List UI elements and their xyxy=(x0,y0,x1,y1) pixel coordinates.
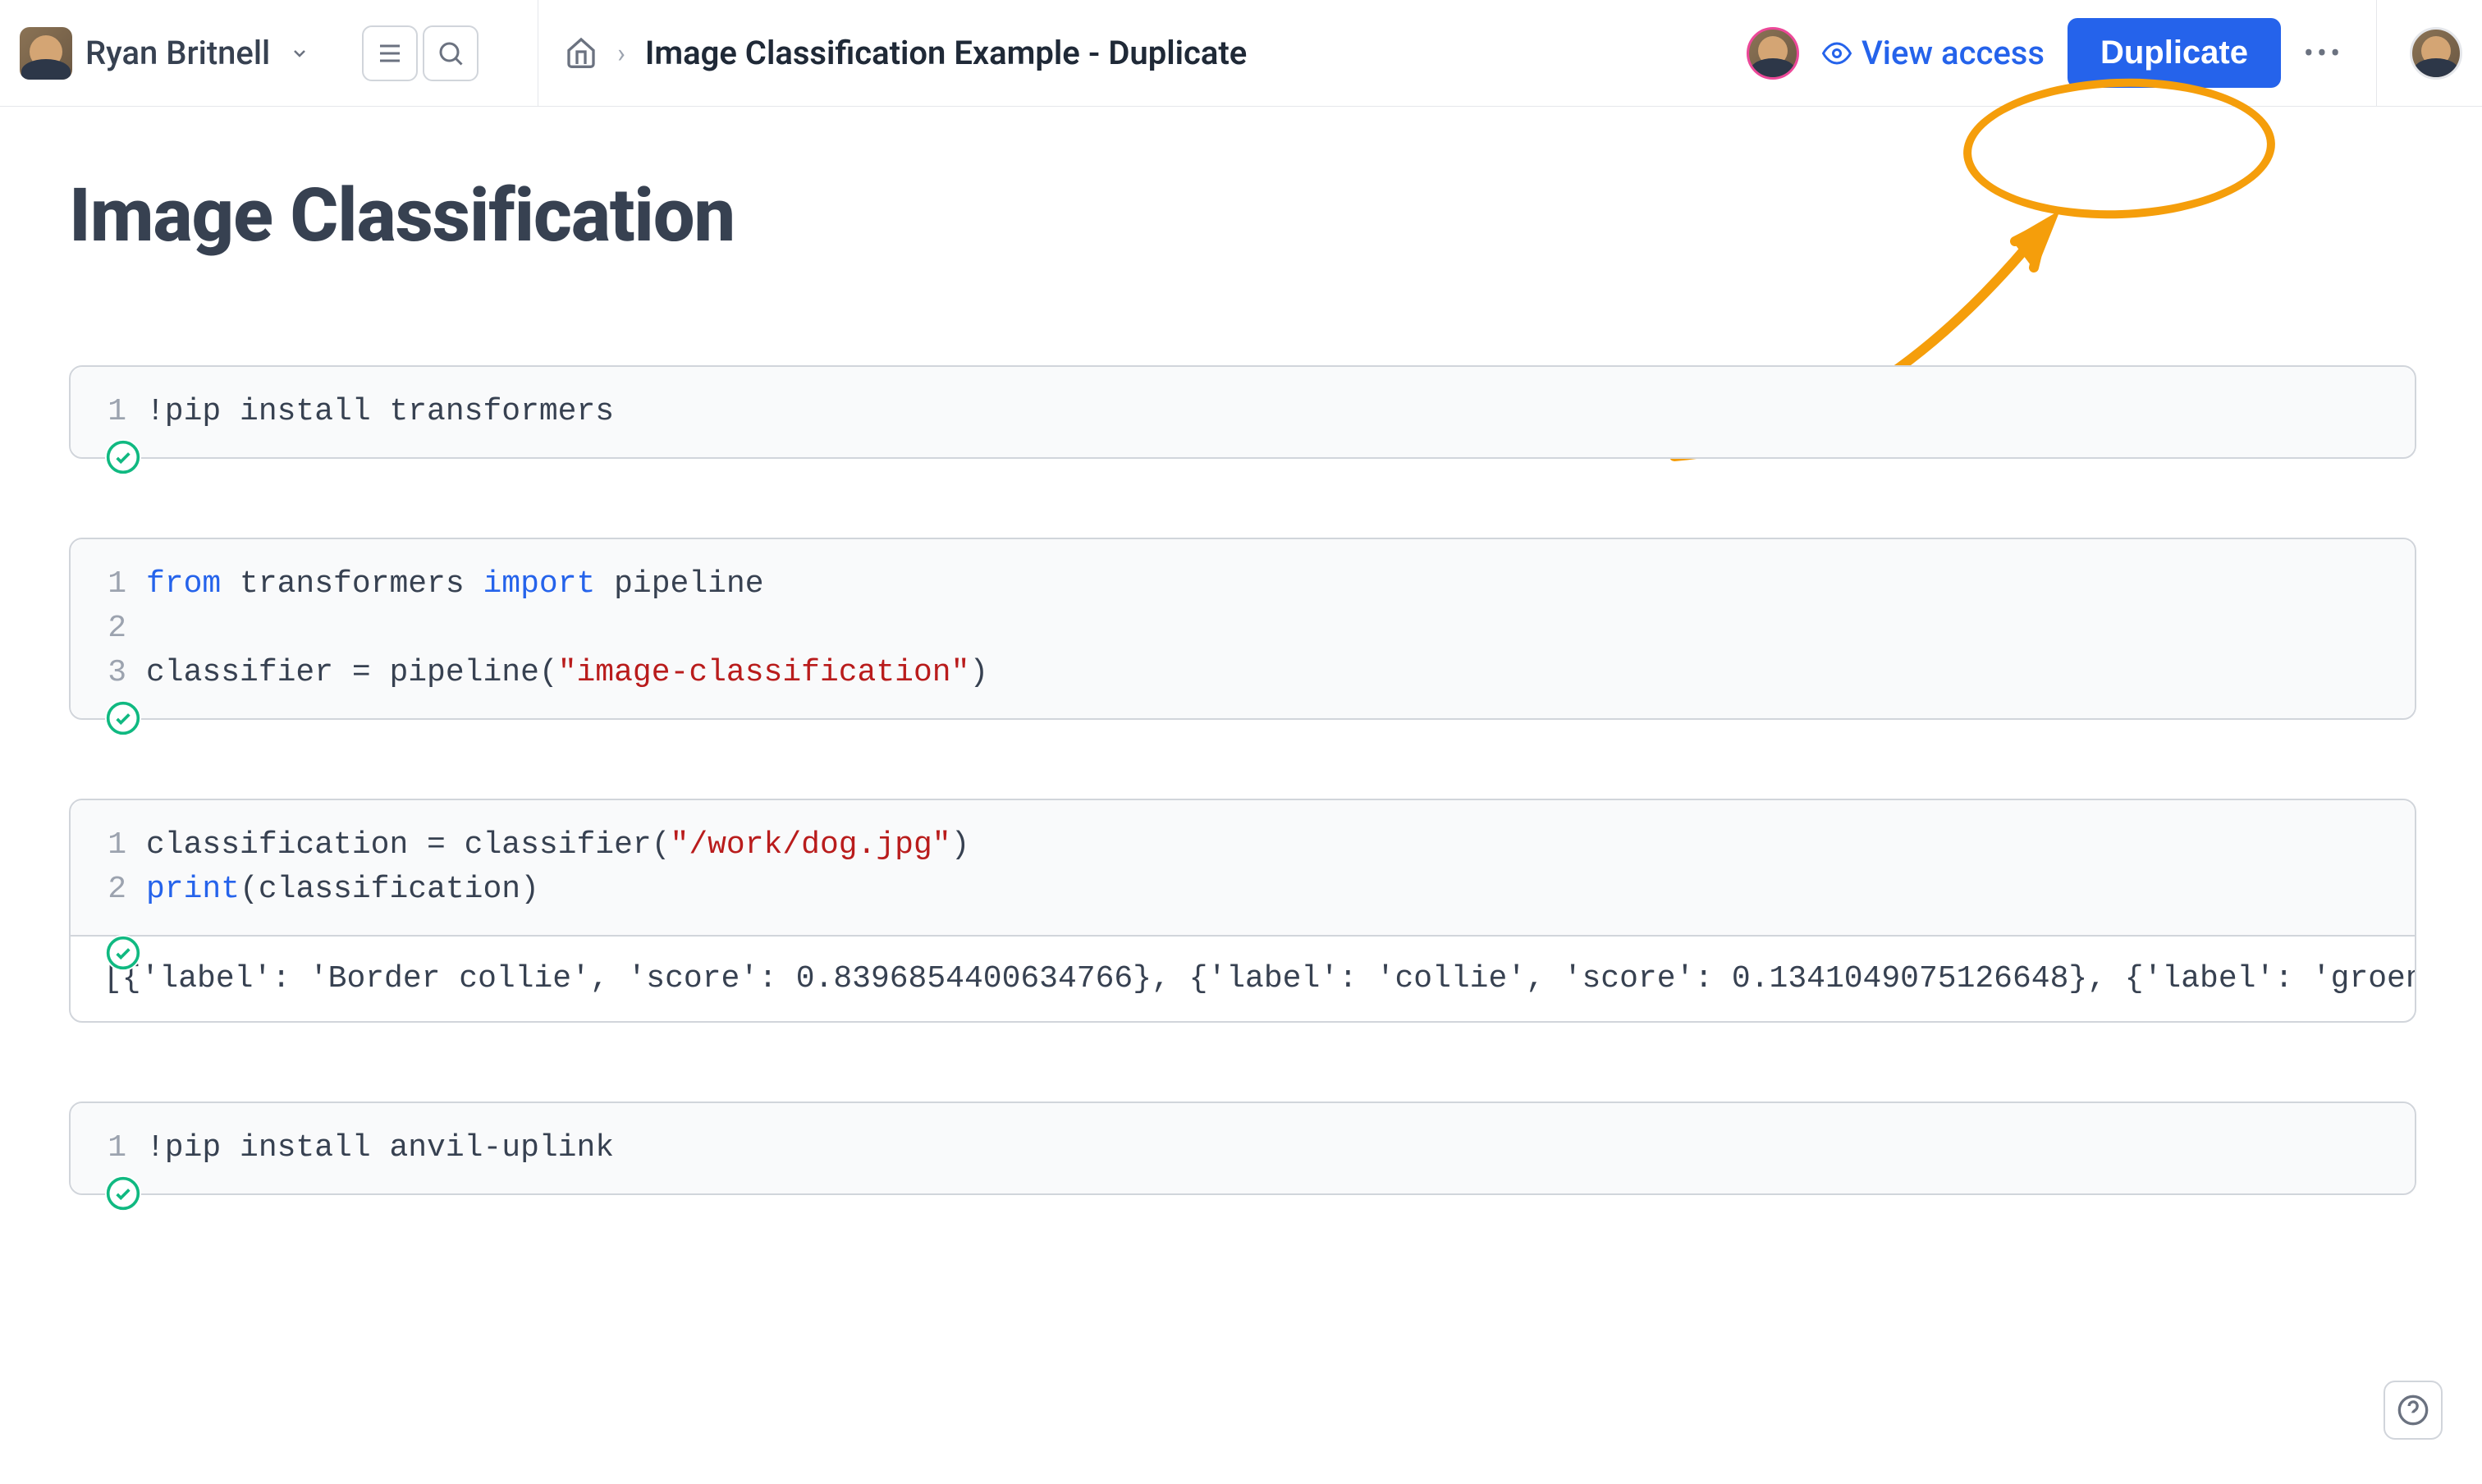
page-title: Image Classification xyxy=(69,172,2416,259)
breadcrumb: › Image Classification Example - Duplica… xyxy=(565,34,1747,72)
code-area[interactable]: 123from transformers import pipeline cla… xyxy=(71,539,2415,718)
code-cell[interactable]: 123from transformers import pipeline cla… xyxy=(69,538,2416,720)
divider xyxy=(2376,0,2377,107)
status-badge-success xyxy=(105,700,141,736)
help-icon xyxy=(2397,1394,2429,1427)
header-right: View access Duplicate ••• xyxy=(1747,0,2462,107)
view-access-link[interactable]: View access xyxy=(1822,34,2045,72)
code-wrap: 123from transformers import pipeline cla… xyxy=(71,539,2415,718)
status-badge-success xyxy=(105,439,141,475)
cells-container: 1!pip install transformers123from transf… xyxy=(69,365,2416,1195)
line-gutter: 1 xyxy=(97,1126,146,1170)
header-left: Ryan Britnell xyxy=(20,25,511,81)
breadcrumb-separator: › xyxy=(617,38,625,69)
code-area[interactable]: 1!pip install anvil-uplink xyxy=(71,1103,2415,1193)
code-cell[interactable]: 1!pip install transformers xyxy=(69,365,2416,459)
code-lines[interactable]: !pip install transformers xyxy=(146,390,2388,434)
line-gutter: 1 xyxy=(97,390,146,434)
output-area: [{'label': 'Border collie', 'score': 0.8… xyxy=(71,935,2415,1021)
code-lines[interactable]: classification = classifier("/work/dog.j… xyxy=(146,823,2388,912)
code-lines[interactable]: !pip install anvil-uplink xyxy=(146,1126,2388,1170)
header: Ryan Britnell › Image Classification Exa… xyxy=(0,0,2482,107)
code-wrap: 1!pip install transformers xyxy=(71,367,2415,457)
menu-button[interactable] xyxy=(362,25,418,81)
line-gutter: 12 xyxy=(97,823,146,912)
status-badge-success xyxy=(105,1175,141,1211)
menu-icon xyxy=(375,39,405,68)
home-button[interactable] xyxy=(565,35,598,71)
code-wrap: 12classification = classifier("/work/dog… xyxy=(71,800,2415,935)
line-gutter: 123 xyxy=(97,562,146,695)
home-icon xyxy=(565,35,598,68)
code-area[interactable]: 1!pip install transformers xyxy=(71,367,2415,457)
view-access-label: View access xyxy=(1862,34,2045,72)
toolbar-icons xyxy=(362,25,479,81)
check-icon xyxy=(105,1175,141,1211)
user-name[interactable]: Ryan Britnell xyxy=(85,34,270,72)
profile-avatar[interactable] xyxy=(2410,27,2462,80)
chevron-down-icon[interactable] xyxy=(290,44,309,63)
breadcrumb-title[interactable]: Image Classification Example - Duplicate xyxy=(645,34,1247,72)
code-area[interactable]: 12classification = classifier("/work/dog… xyxy=(71,800,2415,935)
code-lines[interactable]: from transformers import pipeline classi… xyxy=(146,562,2388,695)
code-cell[interactable]: 12classification = classifier("/work/dog… xyxy=(69,799,2416,1023)
code-cell[interactable]: 1!pip install anvil-uplink xyxy=(69,1102,2416,1195)
search-button[interactable] xyxy=(423,25,479,81)
duplicate-button[interactable]: Duplicate xyxy=(2068,18,2281,88)
avatar[interactable] xyxy=(20,27,72,80)
help-button[interactable] xyxy=(2384,1381,2443,1440)
status-badge-success xyxy=(105,935,141,971)
more-button[interactable]: ••• xyxy=(2304,34,2343,73)
search-icon xyxy=(436,39,465,68)
eye-icon xyxy=(1822,39,1852,68)
check-icon xyxy=(105,439,141,475)
code-wrap: 1!pip install anvil-uplink xyxy=(71,1103,2415,1193)
main-content: Image Classification 1!pip install trans… xyxy=(0,107,2482,1307)
collaborator-avatar[interactable] xyxy=(1747,27,1799,80)
check-icon xyxy=(105,935,141,971)
check-icon xyxy=(105,700,141,736)
